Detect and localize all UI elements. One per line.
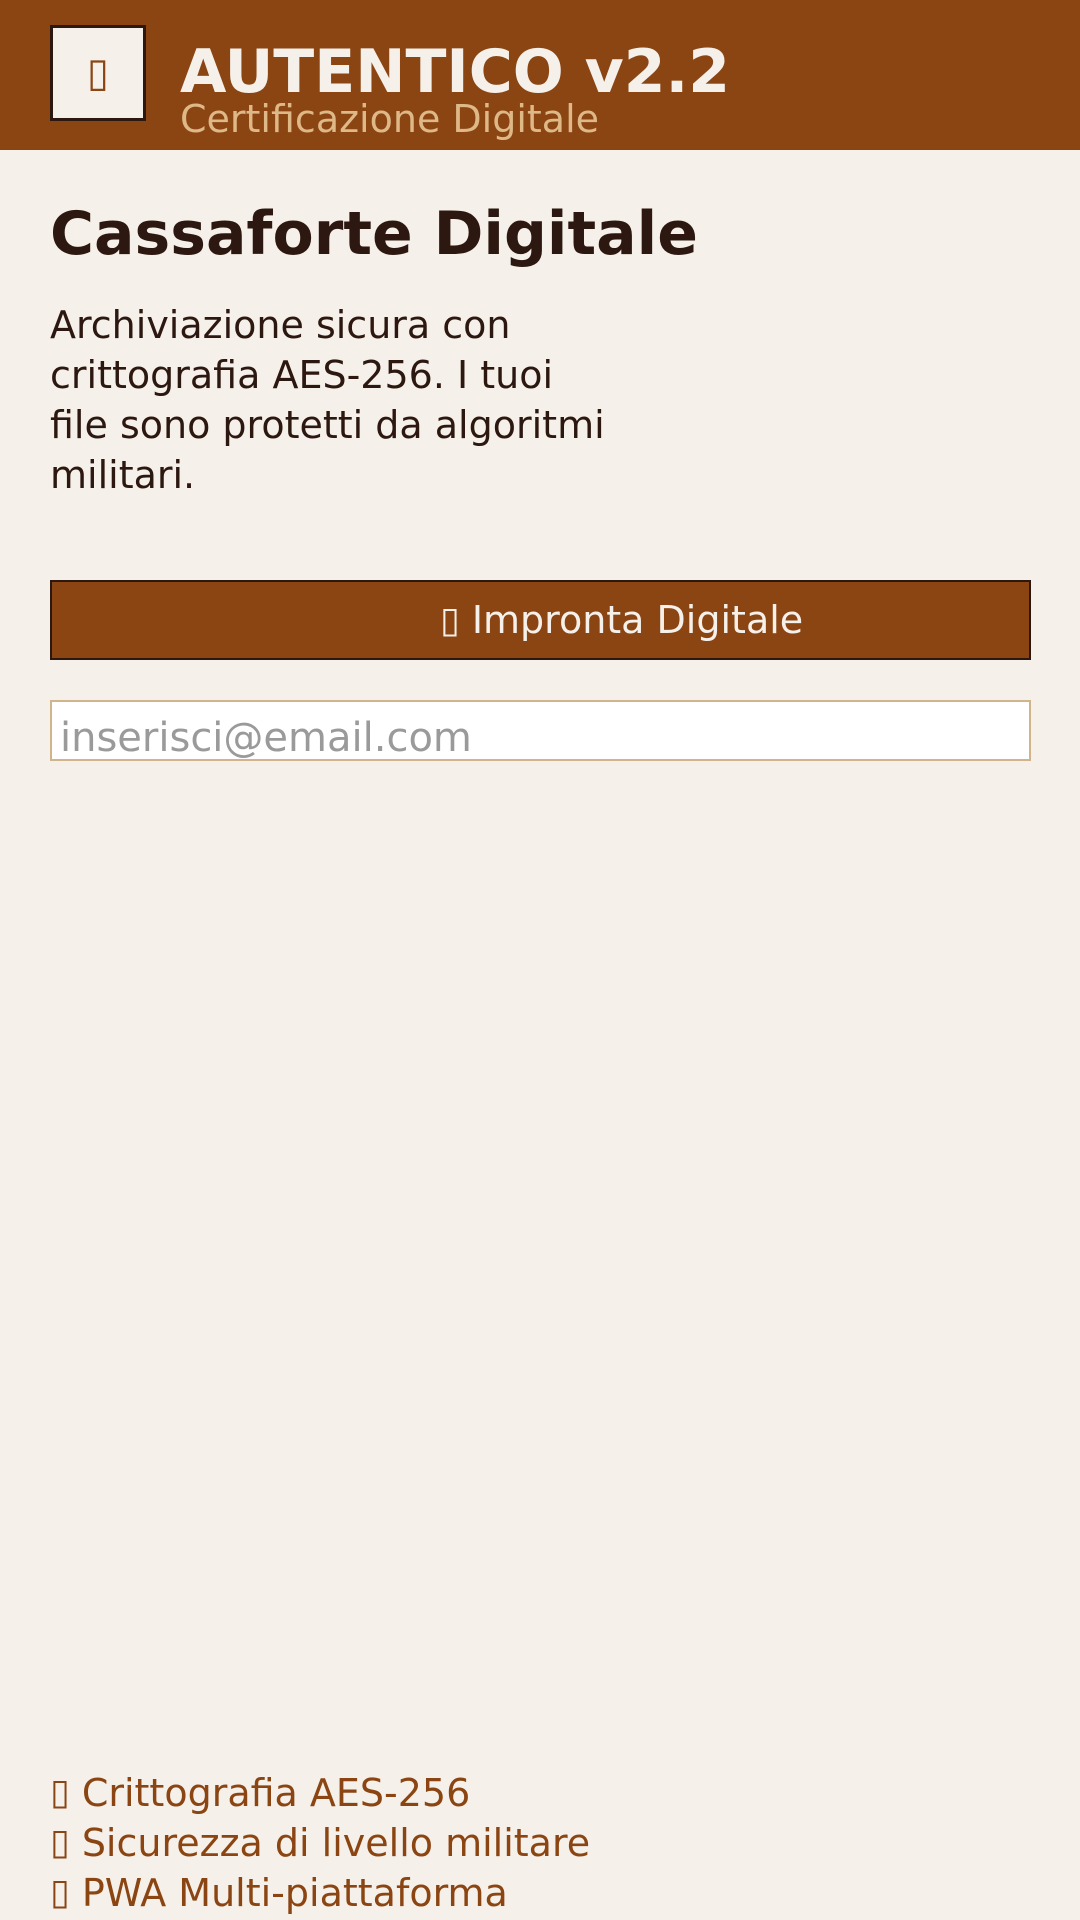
feature-item-security: ▯ Sicurezza di livello militare <box>50 1818 590 1868</box>
app-header: ▯ AUTENTICO v2.2 Certificazione Digitale <box>0 0 1080 150</box>
feature-label: PWA Multi-piattaforma <box>81 1871 508 1915</box>
app-title: AUTENTICO v2.2 <box>180 37 731 107</box>
shield-icon: ▯ <box>50 1822 70 1863</box>
devices-icon: ▯ <box>50 1872 70 1913</box>
logo-icon: ▯ <box>86 50 109 96</box>
lock-icon: ▯ <box>50 1772 70 1813</box>
page-title: Cassaforte Digitale <box>50 199 698 269</box>
fingerprint-icon: ▯ <box>440 599 460 641</box>
page-description: Archiviazione sicura con crittografia AE… <box>50 303 605 497</box>
feature-list: ▯ Crittografia AES-256 ▯ Sicurezza di li… <box>50 1768 590 1918</box>
feature-item-pwa: ▯ PWA Multi-piattaforma <box>50 1868 590 1918</box>
app-logo[interactable]: ▯ <box>50 25 146 121</box>
feature-label: Crittografia AES-256 <box>81 1771 471 1815</box>
feature-item-encryption: ▯ Crittografia AES-256 <box>50 1768 590 1818</box>
fingerprint-button-label: Impronta Digitale <box>471 598 804 642</box>
fingerprint-button[interactable]: ▯ Impronta Digitale <box>50 580 1031 660</box>
email-field[interactable] <box>50 700 1031 761</box>
app-subtitle: Certificazione Digitale <box>180 97 600 141</box>
feature-label: Sicurezza di livello militare <box>81 1821 591 1865</box>
